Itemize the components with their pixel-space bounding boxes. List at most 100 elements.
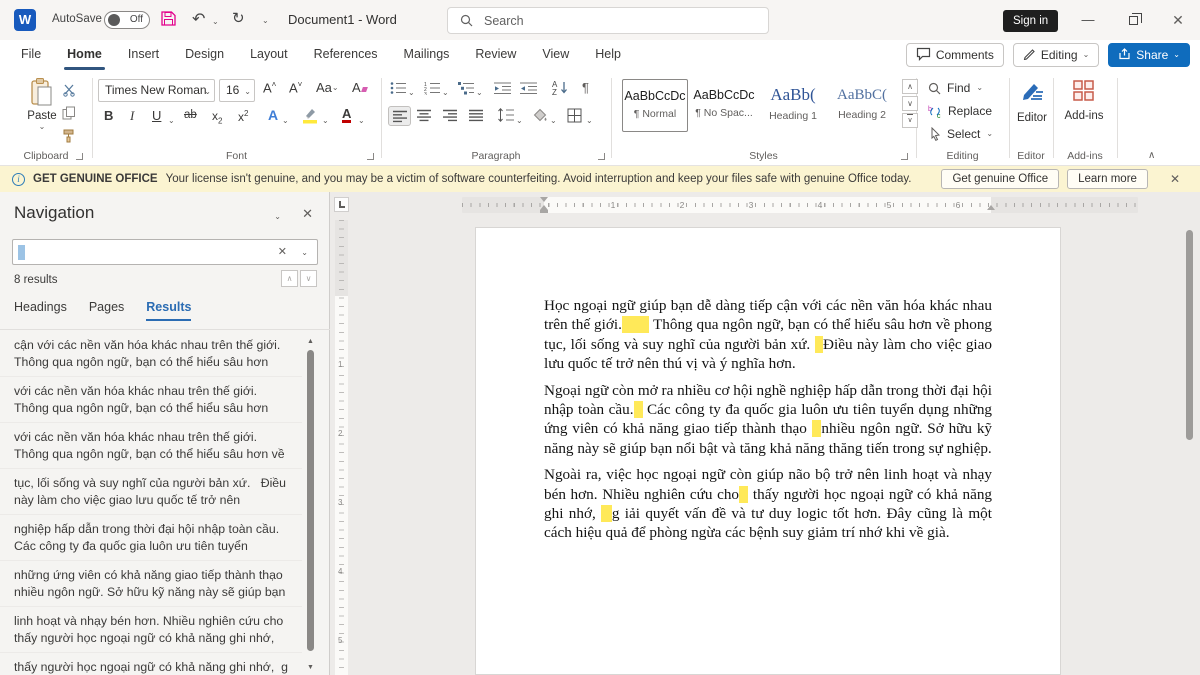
paragraph[interactable]: Học ngoại ngữ giúp bạn dễ dàng tiếp cận …	[544, 296, 992, 374]
underline-icon[interactable]: U	[152, 108, 161, 123]
chevron-down-icon[interactable]	[408, 84, 415, 102]
change-case-icon[interactable]: Aa	[316, 80, 339, 95]
chevron-down-icon[interactable]	[586, 112, 593, 130]
align-left-button[interactable]	[388, 106, 411, 126]
autosave-toggle[interactable]: Off	[104, 11, 150, 29]
navigation-close-icon[interactable]	[302, 206, 313, 222]
style-heading-1[interactable]: AaBb(Heading 1	[760, 79, 826, 132]
chevron-down-icon[interactable]	[442, 84, 449, 102]
styles-expand-icon[interactable]: ∨	[902, 113, 918, 128]
format-painter-button[interactable]	[62, 129, 90, 148]
tab-file[interactable]: File	[8, 40, 54, 71]
sort-icon[interactable]: AZ	[552, 79, 570, 101]
style-heading-2[interactable]: AaBbC(Heading 2	[829, 79, 895, 132]
tab-home[interactable]: Home	[54, 40, 115, 71]
styles-scroll-up-icon[interactable]: ∧	[902, 79, 918, 94]
chevron-down-icon[interactable]	[476, 84, 483, 102]
chevron-down-icon[interactable]	[282, 112, 289, 130]
font-color-icon[interactable]: A	[342, 107, 351, 123]
search-result-item[interactable]: cận với các nền văn hóa khác nhau trên t…	[0, 331, 302, 377]
next-result-button[interactable]: ∨	[300, 270, 317, 287]
scroll-up-icon[interactable]: ▲	[307, 338, 314, 345]
tab-review[interactable]: Review	[462, 40, 529, 71]
search-result-item[interactable]: nghiệp hấp dẫn trong thời đại hội nhập t…	[0, 515, 302, 561]
chevron-down-icon[interactable]	[550, 112, 557, 130]
superscript-icon[interactable]: x2	[238, 109, 248, 124]
undo-icon[interactable]	[192, 9, 205, 29]
editing-mode-button[interactable]: Editing	[1013, 43, 1099, 67]
styles-scroll-down-icon[interactable]: ∨	[902, 96, 918, 111]
search-result-item[interactable]: thấy người học ngoại ngữ có khả năng ghi…	[0, 653, 302, 675]
right-indent-marker[interactable]	[987, 205, 995, 210]
align-center-button[interactable]	[417, 109, 432, 127]
clipboard-dialog-launcher-icon[interactable]	[76, 153, 83, 160]
justify-button[interactable]	[469, 109, 484, 127]
clear-search-icon[interactable]	[278, 245, 287, 258]
nav-tab-headings[interactable]: Headings	[14, 300, 67, 321]
paragraph[interactable]: Ngoại ngữ còn mở ra nhiều cơ hội nghề ng…	[544, 381, 992, 459]
document-scrollbar[interactable]	[1186, 196, 1194, 675]
get-genuine-office-button[interactable]: Get genuine Office	[941, 169, 1059, 189]
subscript-icon[interactable]: x2	[212, 109, 222, 125]
italic-icon[interactable]: I	[130, 108, 134, 124]
numbering-icon[interactable]: 123	[424, 81, 441, 100]
replace-button[interactable]: bc Replace	[928, 104, 992, 118]
paragraph[interactable]: Ngoài ra, việc học ngoại ngữ còn giúp nã…	[544, 465, 992, 543]
scrollbar-thumb[interactable]	[1186, 230, 1193, 440]
select-button[interactable]: Select	[928, 127, 993, 141]
tab-mailings[interactable]: Mailings	[391, 40, 463, 71]
font-size-combo[interactable]: 16	[219, 79, 255, 102]
shading-icon[interactable]	[533, 108, 548, 128]
bullets-icon[interactable]	[390, 81, 407, 100]
tab-help[interactable]: Help	[582, 40, 634, 71]
tab-references[interactable]: References	[301, 40, 391, 71]
multilevel-list-icon[interactable]	[458, 81, 475, 100]
search-result-item[interactable]: với các nền văn hóa khác nhau trên thế g…	[0, 377, 302, 423]
editor-button[interactable]: Editor	[1010, 79, 1054, 124]
restore-button[interactable]	[1112, 0, 1154, 40]
nav-tab-pages[interactable]: Pages	[89, 300, 124, 321]
pilcrow-icon[interactable]	[582, 80, 589, 95]
first-line-indent-marker[interactable]	[540, 197, 548, 202]
tab-design[interactable]: Design	[172, 40, 237, 71]
shrink-font-icon[interactable]: A˅	[289, 80, 302, 95]
increase-indent-icon[interactable]	[520, 81, 538, 100]
document-page[interactable]: Học ngoại ngữ giúp bạn dễ dàng tiếp cận …	[475, 227, 1061, 675]
grow-font-icon[interactable]: A˄	[263, 80, 276, 95]
nav-tab-results[interactable]: Results	[146, 300, 191, 321]
learn-more-button[interactable]: Learn more	[1067, 169, 1148, 189]
navigation-scrollbar[interactable]: ▲ ▼	[306, 338, 316, 671]
search-result-item[interactable]: với các nền văn hóa khác nhau trên thế g…	[0, 423, 302, 469]
decrease-indent-icon[interactable]	[494, 81, 512, 100]
close-button[interactable]	[1157, 0, 1199, 40]
left-indent-marker[interactable]	[540, 210, 548, 213]
font-dialog-launcher-icon[interactable]	[367, 153, 374, 160]
scroll-down-icon[interactable]: ▼	[307, 664, 314, 671]
chevron-down-icon[interactable]	[516, 112, 523, 130]
quick-access-customize-icon[interactable]	[262, 12, 269, 30]
tab-layout[interactable]: Layout	[237, 40, 301, 71]
align-right-button[interactable]	[443, 109, 458, 127]
tab-insert[interactable]: Insert	[115, 40, 172, 71]
scrollbar-thumb[interactable]	[307, 350, 314, 651]
banner-close-icon[interactable]	[1162, 172, 1188, 186]
addins-button[interactable]: Add-ins	[1062, 79, 1106, 122]
tab-view[interactable]: View	[529, 40, 582, 71]
document-text[interactable]: Học ngoại ngữ giúp bạn dễ dàng tiếp cận …	[544, 296, 992, 550]
styles-dialog-launcher-icon[interactable]	[901, 153, 908, 160]
chevron-down-icon[interactable]	[358, 112, 365, 130]
search-result-item[interactable]: linh hoạt và nhạy bén hơn. Nhiều nghiên …	[0, 607, 302, 653]
save-icon[interactable]	[160, 10, 177, 32]
find-button[interactable]: Find	[928, 81, 983, 95]
borders-icon[interactable]	[567, 108, 582, 128]
font-name-combo[interactable]: Times New Roman	[98, 79, 215, 102]
search-result-item[interactable]: tục, lối sống và suy nghĩ của người bản …	[0, 469, 302, 515]
paragraph-dialog-launcher-icon[interactable]	[598, 153, 605, 160]
style--no-spac-[interactable]: AaBbCcDc¶ No Spac...	[691, 79, 757, 132]
line-spacing-icon[interactable]	[498, 108, 515, 127]
style--normal[interactable]: AaBbCcDc¶ Normal	[622, 79, 688, 132]
navigation-options-chevron-icon[interactable]	[274, 208, 281, 226]
share-button[interactable]: Share	[1108, 43, 1190, 67]
copy-button[interactable]	[62, 106, 90, 125]
text-effects-icon[interactable]: A	[268, 107, 278, 123]
